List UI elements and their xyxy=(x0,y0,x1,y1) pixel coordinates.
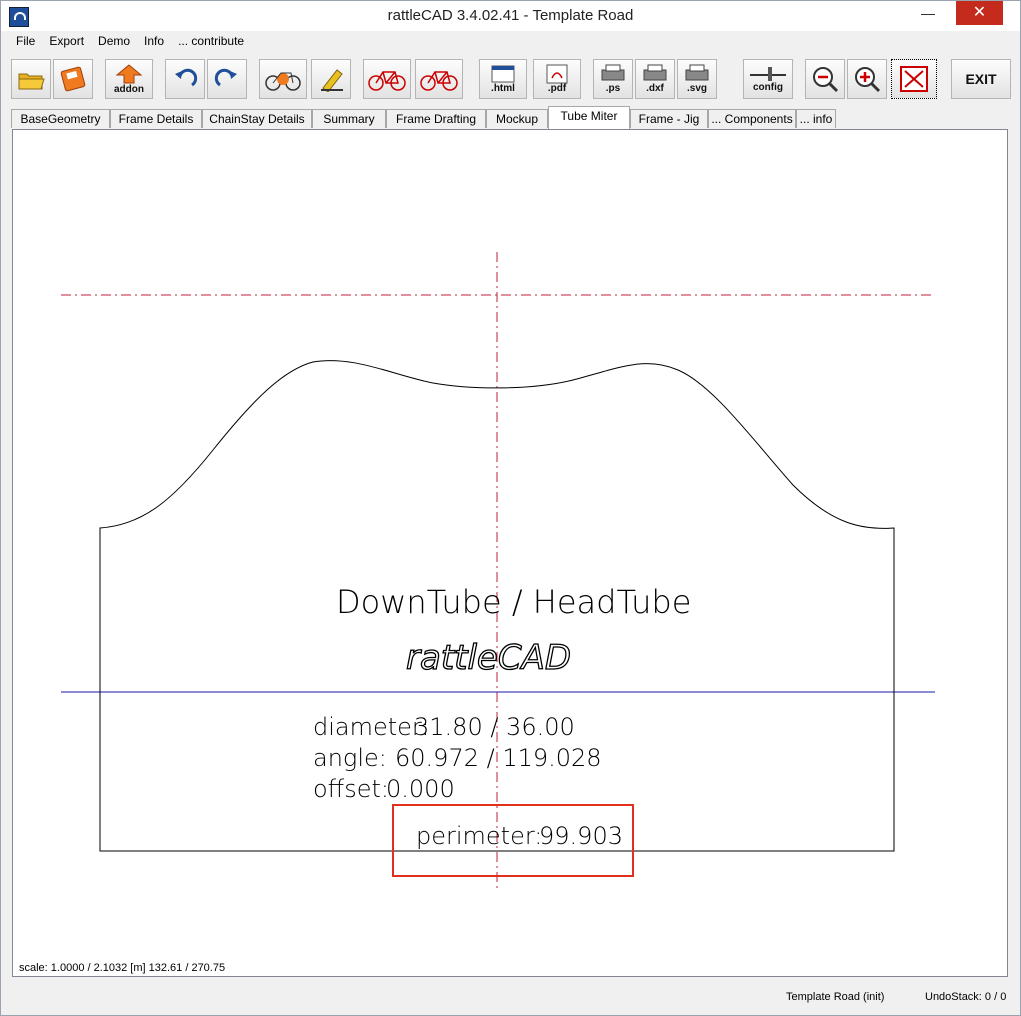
rattlecad-logo: rattleCAD xyxy=(406,638,571,678)
title-bar: rattleCAD 3.4.02.41 - Template Road — ✕ xyxy=(1,1,1020,31)
toolbar: addon .html .pdf .ps .dxf .svg config EX… xyxy=(9,55,1013,103)
redo-icon xyxy=(214,68,237,87)
angle-label: angle: xyxy=(313,744,387,772)
diameter-label: diameter: xyxy=(313,713,429,741)
config-button[interactable]: config xyxy=(743,59,793,99)
zoom-in-button[interactable] xyxy=(847,59,887,99)
menu-demo[interactable]: Demo xyxy=(91,32,137,52)
tab-info[interactable]: ... info xyxy=(796,109,836,128)
window-title: rattleCAD 3.4.02.41 - Template Road xyxy=(387,7,634,24)
status-bar: Template Road (init) UndoStack: 0 / 0 xyxy=(1,983,1020,1013)
perimeter-label: perimeter: xyxy=(416,822,542,850)
tab-frame-jig[interactable]: Frame - Jig xyxy=(630,109,708,128)
ps-label: .ps xyxy=(605,83,621,94)
render-bike-button[interactable] xyxy=(259,59,307,99)
bike-frame-button[interactable] xyxy=(363,59,411,99)
export-dxf-button[interactable]: .dxf xyxy=(635,59,675,99)
slider-icon xyxy=(750,67,786,81)
tab-mockup[interactable]: Mockup xyxy=(486,109,548,128)
diameter-value: 31.80 / 36.00 xyxy=(414,713,575,741)
angle-value: 60.972 / 119.028 xyxy=(395,744,602,772)
close-button[interactable]: ✕ xyxy=(956,1,1003,25)
minimize-button[interactable]: — xyxy=(906,1,950,25)
html-label: .html xyxy=(491,83,515,94)
save-button[interactable] xyxy=(53,59,93,99)
undo-icon xyxy=(175,68,198,87)
bike-render-icon xyxy=(265,72,301,91)
exit-label: EXIT xyxy=(965,71,997,87)
tab-frame-details[interactable]: Frame Details xyxy=(110,109,202,128)
tab-summary[interactable]: Summary xyxy=(312,109,386,128)
menu-export[interactable]: Export xyxy=(42,32,91,52)
export-pdf-button[interactable]: .pdf xyxy=(533,59,581,99)
printer-icon xyxy=(601,64,625,81)
status-template: Template Road (init) xyxy=(786,991,885,1003)
folder-icon xyxy=(18,73,45,90)
zoom-out-icon xyxy=(813,67,839,93)
redo-button[interactable] xyxy=(207,59,247,99)
export-html-button[interactable]: .html xyxy=(479,59,527,99)
pdf-label: .pdf xyxy=(547,83,567,94)
export-ps-button[interactable]: .ps xyxy=(593,59,633,99)
offset-value: 0.000 xyxy=(386,775,455,803)
bike-geometry-button[interactable] xyxy=(415,59,463,99)
printer-icon-2 xyxy=(643,64,667,81)
svg-label: .svg xyxy=(686,83,707,94)
addon-button[interactable]: addon xyxy=(105,59,153,99)
scale-readout: scale: 1.0000 / 2.1032 [m] 132.61 / 270.… xyxy=(19,962,226,974)
exit-button[interactable]: EXIT xyxy=(951,59,1011,99)
html-document-icon xyxy=(491,65,515,83)
pencil-icon xyxy=(321,69,343,92)
tab-components[interactable]: ... Components xyxy=(708,109,796,128)
zoom-in-icon xyxy=(855,67,881,93)
printer-icon-3 xyxy=(685,64,709,81)
open-folder-button[interactable] xyxy=(11,59,51,99)
perimeter-value: 99.903 xyxy=(539,822,623,850)
export-svg-button[interactable]: .svg xyxy=(677,59,717,99)
dxf-label: .dxf xyxy=(646,83,664,94)
app-window: rattleCAD 3.4.02.41 - Template Road — ✕ … xyxy=(0,0,1021,1016)
undo-button[interactable] xyxy=(165,59,205,99)
offset-label: offset: xyxy=(313,775,389,803)
drawing-canvas[interactable]: DownTube / HeadTube rattleCAD diameter: … xyxy=(12,129,1008,977)
tab-frame-drafting[interactable]: Frame Drafting xyxy=(386,109,486,128)
red-bike-icon-2 xyxy=(420,71,458,91)
tab-tube-miter[interactable]: Tube Miter xyxy=(548,106,630,129)
addon-arrow-icon xyxy=(115,64,143,84)
red-bike-icon xyxy=(368,71,406,91)
miter-drawing: DownTube / HeadTube rattleCAD diameter: … xyxy=(61,252,935,890)
disk-icon xyxy=(60,66,86,92)
drawing-title: DownTube / HeadTube xyxy=(336,583,691,621)
menu-contribute[interactable]: ... contribute xyxy=(171,32,251,52)
addon-label: addon xyxy=(114,84,144,95)
menu-file[interactable]: File xyxy=(9,32,42,52)
fit-screen-icon xyxy=(900,66,928,92)
zoom-out-button[interactable] xyxy=(805,59,845,99)
tab-basegeometry[interactable]: BaseGeometry xyxy=(11,109,110,128)
menu-info[interactable]: Info xyxy=(137,32,171,52)
menu-bar: File Export Demo Info ... contribute xyxy=(9,32,251,52)
config-label: config xyxy=(753,82,783,93)
edit-button[interactable] xyxy=(311,59,351,99)
tab-chainstay-details[interactable]: ChainStay Details xyxy=(202,109,312,128)
zoom-fit-button[interactable] xyxy=(891,59,937,99)
pdf-document-icon xyxy=(546,64,568,84)
status-undo: UndoStack: 0 / 0 xyxy=(925,991,1007,1003)
